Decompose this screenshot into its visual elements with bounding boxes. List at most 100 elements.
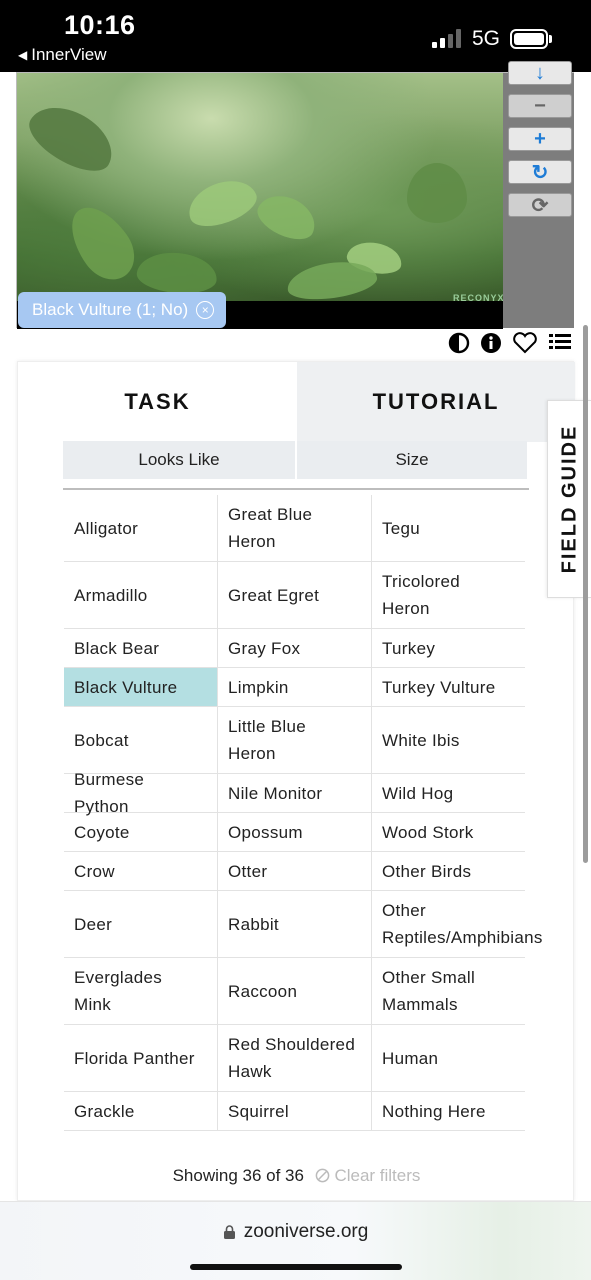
choice-opossum[interactable]: Opossum bbox=[218, 813, 372, 851]
url-text: zooniverse.org bbox=[243, 1221, 369, 1242]
choice-tricolored-heron[interactable]: Tricolored Heron bbox=[372, 562, 525, 628]
choice-row: Black Vulture Limpkin Turkey Vulture bbox=[64, 668, 525, 707]
clear-filters-label: Clear filters bbox=[334, 1166, 421, 1185]
move-button[interactable]: ↓ bbox=[508, 61, 572, 85]
info-icon[interactable] bbox=[480, 332, 502, 354]
filter-size[interactable]: Size bbox=[297, 441, 527, 479]
choice-white-ibis[interactable]: White Ibis bbox=[372, 707, 525, 773]
choice-label: Tricolored Heron bbox=[382, 572, 460, 618]
classifier-panel: TASK TUTORIAL Looks Like Size Alligator G… bbox=[17, 361, 575, 1201]
choice-grid: Alligator Great Blue Heron Tegu Armadillo Gre… bbox=[64, 495, 542, 1131]
choice-tegu[interactable]: Tegu bbox=[372, 495, 525, 561]
choice-nothing-here[interactable]: Nothing Here bbox=[372, 1092, 525, 1130]
list-icon[interactable] bbox=[548, 332, 572, 354]
tab-tutorial[interactable]: TUTORIAL bbox=[297, 362, 575, 442]
choice-black-bear[interactable]: Black Bear bbox=[64, 629, 218, 667]
subject-actions bbox=[448, 332, 572, 354]
choice-row: Grackle Squirrel Nothing Here bbox=[64, 1092, 525, 1131]
choice-human[interactable]: Human bbox=[372, 1025, 525, 1091]
choice-armadillo[interactable]: Armadillo bbox=[64, 562, 218, 628]
choice-red-shouldered-hawk[interactable]: Red Shouldered Hawk bbox=[218, 1025, 372, 1091]
signal-icon bbox=[432, 28, 461, 48]
contrast-icon[interactable] bbox=[448, 332, 470, 354]
filter-looks-like[interactable]: Looks Like bbox=[63, 441, 295, 479]
reset-button[interactable]: ⟳ bbox=[508, 193, 572, 217]
choice-row: Everglades Mink Raccoon Other Small Mammals bbox=[64, 958, 525, 1025]
choice-bobcat[interactable]: Bobcat bbox=[64, 707, 218, 773]
rotate-button[interactable]: ↻ bbox=[508, 160, 572, 184]
choice-gray-fox[interactable]: Gray Fox bbox=[218, 629, 372, 667]
choice-limpkin[interactable]: Limpkin bbox=[218, 668, 372, 706]
choice-everglades-mink[interactable]: Everglades Mink bbox=[64, 958, 218, 1024]
back-to-app-link[interactable]: ◀ InnerView bbox=[18, 45, 107, 65]
choice-deer[interactable]: Deer bbox=[64, 891, 218, 957]
ban-icon bbox=[315, 1168, 330, 1183]
choice-squirrel[interactable]: Squirrel bbox=[218, 1092, 372, 1130]
choice-coyote[interactable]: Coyote bbox=[64, 813, 218, 851]
choice-label: Burmese Python bbox=[74, 770, 145, 816]
choice-wood-stork[interactable]: Wood Stork bbox=[372, 813, 525, 851]
choice-burmese-python[interactable]: Burmese Python bbox=[64, 770, 218, 816]
choice-row: Burmese Python Nile Monitor Wild Hog bbox=[64, 770, 525, 816]
zoom-out-button[interactable]: − bbox=[508, 94, 572, 118]
choice-turkey[interactable]: Turkey bbox=[372, 629, 525, 667]
choice-nile-monitor[interactable]: Nile Monitor bbox=[218, 774, 372, 812]
choice-turkey-vulture[interactable]: Turkey Vulture bbox=[372, 668, 525, 706]
choice-great-blue-heron[interactable]: Great Blue Heron bbox=[218, 495, 372, 561]
status-time: 10:16 bbox=[64, 10, 136, 40]
choice-crow[interactable]: Crow bbox=[64, 852, 218, 890]
rotate-icon: ↻ bbox=[531, 161, 549, 184]
scrollbar[interactable] bbox=[583, 325, 588, 863]
tab-task[interactable]: TASK bbox=[18, 362, 297, 442]
choice-row: Florida Panther Red Shouldered Hawk Human bbox=[64, 1025, 525, 1092]
browser-bar: zooniverse.org bbox=[0, 1201, 591, 1280]
field-guide-label: FIELD GUIDE bbox=[558, 424, 580, 574]
choice-raccoon[interactable]: Raccoon bbox=[218, 958, 372, 1024]
choice-other-small-mammals[interactable]: Other Small Mammals bbox=[372, 958, 525, 1024]
choice-label: Little Blue Heron bbox=[228, 717, 306, 763]
camera-brand-logo: RECONYX bbox=[453, 293, 503, 301]
choice-little-blue-heron[interactable]: Little Blue Heron bbox=[218, 707, 372, 773]
address-bar[interactable]: zooniverse.org bbox=[0, 1221, 591, 1243]
lock-icon bbox=[223, 1225, 235, 1239]
choice-alligator[interactable]: Alligator bbox=[64, 495, 218, 561]
choice-other-reptiles-amphibians[interactable]: Other Reptiles/Amphibians bbox=[372, 891, 542, 957]
choice-label: Everglades Mink bbox=[74, 968, 163, 1014]
annotation-tag[interactable]: Black Vulture (1; No) × bbox=[18, 292, 227, 328]
choice-black-vulture[interactable]: Black Vulture bbox=[64, 668, 218, 706]
subject-image[interactable]: RECONYX bbox=[17, 73, 503, 301]
choice-grackle[interactable]: Grackle bbox=[64, 1092, 218, 1130]
choice-row: Armadillo Great Egret Tricolored Heron bbox=[64, 562, 525, 629]
close-icon[interactable]: × bbox=[196, 301, 215, 319]
choice-row: Coyote Opossum Wood Stork bbox=[64, 813, 525, 852]
choice-row: Bobcat Little Blue Heron White Ibis bbox=[64, 707, 525, 774]
choice-row: Alligator Great Blue Heron Tegu bbox=[64, 495, 525, 562]
clear-filters-button[interactable]: Clear filters bbox=[315, 1166, 421, 1185]
filter-divider bbox=[63, 488, 529, 490]
network-label: 5G bbox=[472, 27, 501, 50]
heart-icon[interactable] bbox=[512, 332, 538, 354]
zoom-in-button[interactable]: + bbox=[508, 127, 572, 151]
results-footer: Showing 36 of 36 Clear filters bbox=[18, 1166, 575, 1186]
back-app-label: InnerView bbox=[31, 45, 107, 64]
home-indicator[interactable] bbox=[190, 1264, 402, 1270]
status-bar: 10:16 ◀ InnerView 5G bbox=[0, 0, 591, 72]
choice-wild-hog[interactable]: Wild Hog bbox=[372, 774, 525, 812]
image-toolbar: ↓ − + ↻ ⟳ bbox=[503, 61, 574, 328]
reset-icon: ⟳ bbox=[531, 194, 549, 217]
choice-label: Other Small Mammals bbox=[382, 968, 476, 1014]
subject-viewer: RECONYX ↓ − + ↻ ⟳ Black Vulture (1; No) … bbox=[16, 61, 574, 329]
choice-other-birds[interactable]: Other Birds bbox=[372, 852, 525, 890]
results-count: Showing 36 of 36 bbox=[172, 1166, 304, 1185]
choice-otter[interactable]: Otter bbox=[218, 852, 372, 890]
choice-florida-panther[interactable]: Florida Panther bbox=[64, 1025, 218, 1091]
choice-row: Black Bear Gray Fox Turkey bbox=[64, 629, 525, 668]
choice-label: Red Shouldered Hawk bbox=[228, 1035, 356, 1081]
choice-great-egret[interactable]: Great Egret bbox=[218, 562, 372, 628]
annotation-tag-label: Black Vulture (1; No) bbox=[32, 300, 189, 319]
choice-row: Crow Otter Other Birds bbox=[64, 852, 525, 891]
choice-row: Deer Rabbit Other Reptiles/Amphibians bbox=[64, 891, 542, 958]
back-triangle-icon: ◀ bbox=[18, 48, 28, 62]
choice-rabbit[interactable]: Rabbit bbox=[218, 891, 372, 957]
battery-icon bbox=[510, 29, 548, 49]
